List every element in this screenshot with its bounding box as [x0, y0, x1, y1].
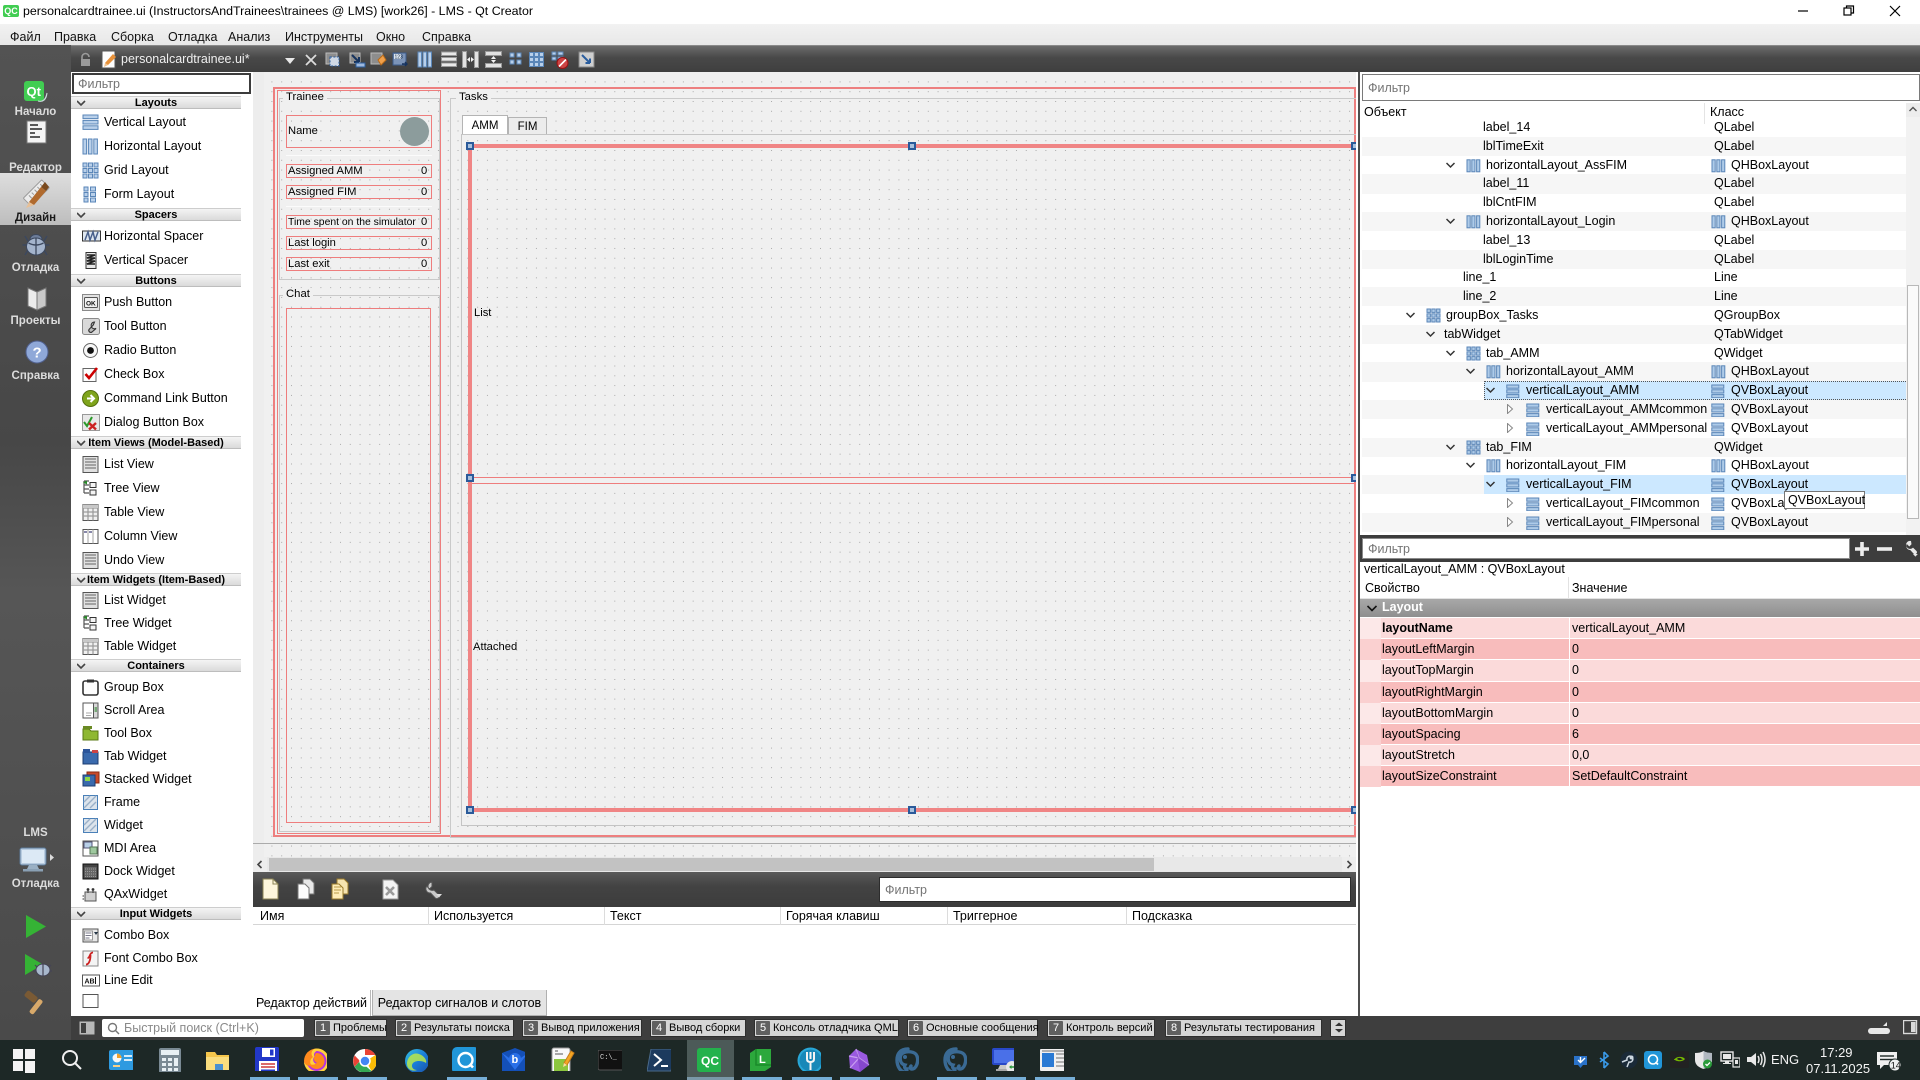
svg-text:AB: AB [85, 979, 95, 986]
svg-text:QC: QC [701, 1054, 719, 1068]
svg-text:14: 14 [1891, 1061, 1901, 1071]
svg-text:L: L [759, 1054, 766, 1066]
svg-text:C:\_: C:\_ [600, 1054, 618, 1062]
svg-text:b: b [512, 1054, 519, 1066]
svg-text:OK: OK [86, 301, 96, 308]
svg-text:123: 123 [395, 55, 404, 61]
svg-text:Qt: Qt [27, 84, 42, 99]
svg-text:?: ? [33, 345, 42, 362]
